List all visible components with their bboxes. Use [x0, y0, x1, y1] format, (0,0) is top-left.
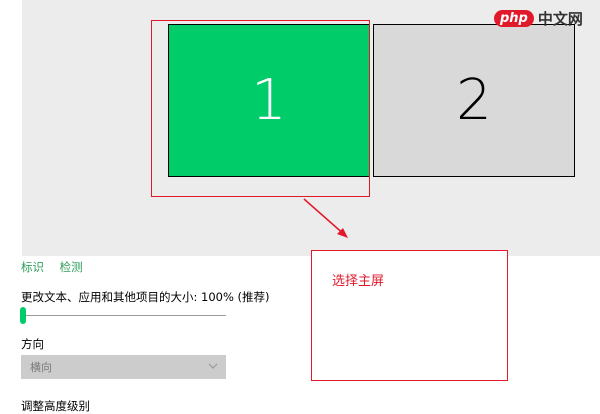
watermark-site: 中文网: [537, 10, 583, 28]
orientation-selected-value: 横向: [30, 361, 52, 374]
orientation-label: 方向: [21, 337, 44, 351]
monitor-highlight-box: [151, 20, 370, 197]
detect-link[interactable]: 检测: [60, 260, 83, 274]
identify-link[interactable]: 标识: [21, 260, 44, 274]
annotation-box: 选择主屏: [311, 250, 508, 381]
scale-slider-thumb[interactable]: [20, 307, 26, 324]
annotation-text: 选择主屏: [332, 274, 385, 289]
monitor-2[interactable]: 2: [373, 24, 575, 177]
watermark-logo: php 中文网: [494, 8, 583, 29]
chevron-down-icon: [208, 363, 218, 369]
resolution-label: 调整高度级别: [21, 399, 90, 413]
display-links: 标识 检测: [21, 259, 95, 275]
annotation-arrow-icon: [303, 198, 348, 238]
scale-slider-track[interactable]: [21, 315, 226, 316]
orientation-select[interactable]: 横向: [21, 355, 226, 379]
scale-label: 更改文本、应用和其他项目的大小: 100% (推荐): [21, 290, 270, 304]
monitor-2-number: 2: [456, 68, 492, 133]
watermark-php: php: [494, 10, 534, 27]
